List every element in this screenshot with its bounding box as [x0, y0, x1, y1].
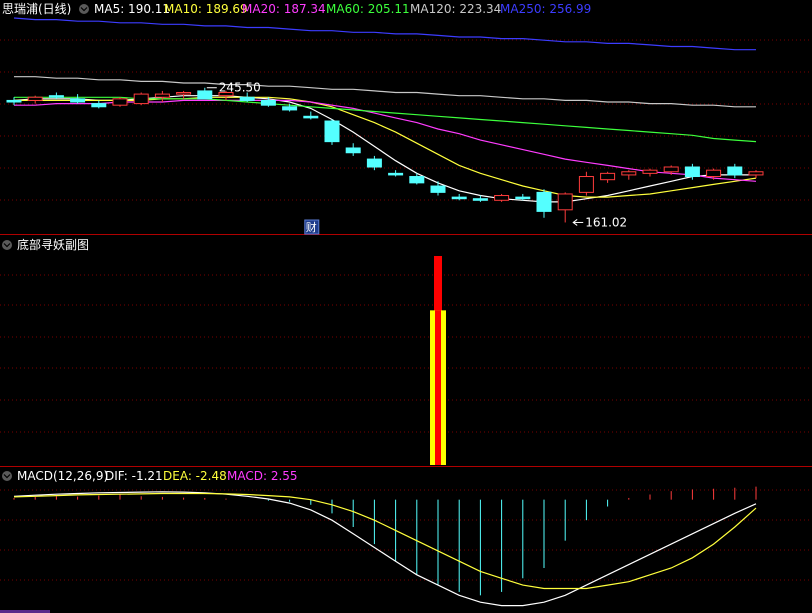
candle-body [557, 193, 573, 211]
candle-body [536, 191, 552, 212]
candle-body [197, 90, 213, 100]
candle-body [27, 96, 43, 101]
candle-body [600, 172, 616, 181]
ma-legend-3: MA60: 205.11 [326, 2, 410, 16]
macd-macd-value: MACD: 2.55 [227, 469, 298, 483]
candle-body [706, 169, 722, 178]
chevron-down-icon[interactable] [2, 471, 12, 481]
chevron-down-icon[interactable] [2, 240, 12, 250]
candle-body [472, 198, 488, 201]
candle-body [748, 171, 764, 176]
candle-body [451, 196, 467, 200]
stock-chart: 245.50 161.02 财 思瑞浦(日线) MA5: 190.11MA10: 189… [0, 0, 812, 613]
candle-body [282, 106, 298, 111]
candle-body [70, 98, 86, 103]
candle-body [684, 166, 700, 178]
sub-panel-title: 底部寻妖副图 [17, 237, 89, 252]
candle-body [494, 195, 510, 201]
candle-body [345, 147, 361, 154]
signal-bar-red-core [435, 310, 441, 465]
macd-dea-value: DEA: -2.48 [163, 469, 227, 483]
candle-body [578, 176, 594, 193]
chevron-down-icon[interactable] [79, 4, 89, 14]
ma-legend-0: MA5: 190.11 [94, 2, 170, 16]
candle-body [366, 158, 382, 168]
candle-body [642, 169, 658, 174]
ma-legend-1: MA10: 189.69 [164, 2, 248, 16]
candle-body [239, 96, 255, 101]
candle-body [6, 99, 22, 103]
candle-body [303, 115, 319, 119]
ma-legend-5: MA250: 256.99 [500, 2, 591, 16]
ma-legend-4: MA120: 223.34 [410, 2, 501, 16]
candle-body [388, 172, 404, 176]
candle-body [176, 92, 192, 95]
candle-body [515, 196, 531, 200]
candle-body [409, 176, 425, 184]
stock-title: 思瑞浦(日线) [2, 2, 71, 16]
candle-body [324, 120, 340, 143]
candle-body [430, 185, 446, 193]
candle-body [112, 98, 128, 106]
low-price-label: 161.02 [585, 215, 627, 229]
candle-body [663, 166, 679, 173]
candle-body [154, 93, 170, 98]
candle-body [91, 103, 107, 108]
candle-body [133, 93, 149, 105]
ma-legend-2: MA20: 187.34 [242, 2, 326, 16]
candle-body [621, 171, 637, 176]
high-price-label: 245.50 [219, 81, 261, 95]
candle-body [727, 166, 743, 176]
finance-badge-label: 财 [306, 220, 317, 234]
macd-dif-value: DIF: -1.21 [105, 469, 163, 483]
candle-body [260, 99, 276, 106]
candle-body [48, 95, 64, 98]
macd-title: MACD(12,26,9) [17, 469, 108, 483]
